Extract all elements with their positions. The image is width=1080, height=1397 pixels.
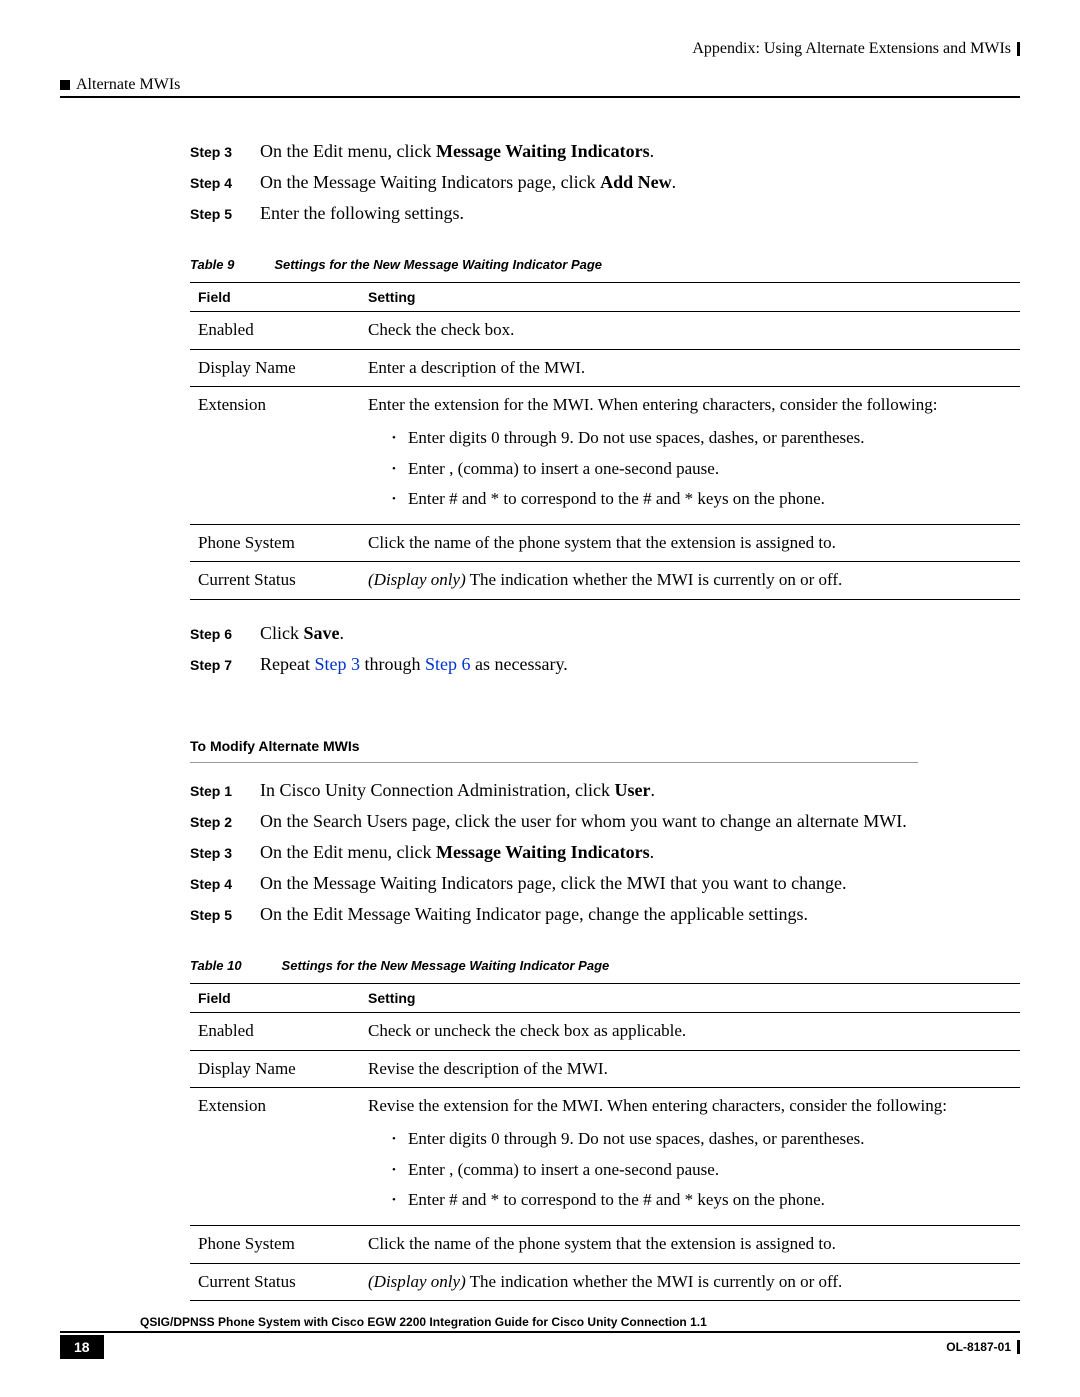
footer-title: QSIG/DPNSS Phone System with Cisco EGW 2… bbox=[60, 1315, 1020, 1333]
table-row: Enabled Check the check box. bbox=[190, 312, 1020, 350]
step-text: On the Message Waiting Indicators page, … bbox=[260, 870, 847, 897]
step-text: On the Search Users page, click the user… bbox=[260, 808, 907, 835]
table-row: Enabled Check or uncheck the check box a… bbox=[190, 1013, 1020, 1051]
step-text: On the Edit menu, click Message Waiting … bbox=[260, 138, 654, 165]
doc-id: OL-8187-01 bbox=[946, 1340, 1020, 1354]
step-row: Step 3On the Edit menu, click Message Wa… bbox=[190, 839, 1020, 866]
step-6: Step 6 Click Save. bbox=[190, 620, 1020, 647]
th-setting: Setting bbox=[360, 984, 1020, 1013]
step-label: Step 3 bbox=[190, 845, 260, 861]
table9-caption: Table 9Settings for the New Message Wait… bbox=[190, 257, 1020, 272]
step-text: Enter the following settings. bbox=[260, 200, 464, 227]
link-step3[interactable]: Step 3 bbox=[314, 654, 360, 674]
divider-bar-icon bbox=[1017, 1340, 1020, 1354]
step-row: Step 2On the Search Users page, click th… bbox=[190, 808, 1020, 835]
section-title: Alternate MWIs bbox=[76, 76, 180, 94]
page-number: 18 bbox=[60, 1335, 104, 1359]
divider-bar-icon bbox=[1017, 42, 1020, 56]
step-text: On the Edit menu, click Message Waiting … bbox=[260, 839, 654, 866]
th-field: Field bbox=[190, 283, 360, 312]
table-row: Display Name Enter a description of the … bbox=[190, 349, 1020, 387]
table-row: Extension Revise the extension for the M… bbox=[190, 1088, 1020, 1226]
step-label: Step 1 bbox=[190, 783, 260, 799]
table-row: Phone System Click the name of the phone… bbox=[190, 524, 1020, 562]
table9: Field Setting Enabled Check the check bo… bbox=[190, 282, 1020, 600]
th-setting: Setting bbox=[360, 283, 1020, 312]
th-field: Field bbox=[190, 984, 360, 1013]
step-text: In Cisco Unity Connection Administration… bbox=[260, 777, 655, 804]
step-row: Step 1In Cisco Unity Connection Administ… bbox=[190, 777, 1020, 804]
table10-caption: Table 10Settings for the New Message Wai… bbox=[190, 958, 1020, 973]
step-row: Step 5On the Edit Message Waiting Indica… bbox=[190, 901, 1020, 928]
appendix-title: Appendix: Using Alternate Extensions and… bbox=[692, 40, 1011, 58]
step-row: Step 5Enter the following settings. bbox=[190, 200, 1020, 227]
link-step6[interactable]: Step 6 bbox=[425, 654, 471, 674]
table-row: Current Status (Display only) The indica… bbox=[190, 562, 1020, 600]
table-row: Display Name Revise the description of t… bbox=[190, 1050, 1020, 1088]
table10: Field Setting Enabled Check or uncheck t… bbox=[190, 983, 1020, 1301]
section-heading: To Modify Alternate MWIs bbox=[190, 738, 1020, 754]
step-label: Step 5 bbox=[190, 907, 260, 923]
step-label: Step 3 bbox=[190, 144, 260, 160]
section-rule bbox=[190, 762, 918, 763]
step-row: Step 3On the Edit menu, click Message Wa… bbox=[190, 138, 1020, 165]
step-row: Step 4On the Message Waiting Indicators … bbox=[190, 169, 1020, 196]
footer: QSIG/DPNSS Phone System with Cisco EGW 2… bbox=[60, 1315, 1020, 1359]
header-rule bbox=[60, 96, 1020, 98]
step-7: Step 7 Repeat Step 3 through Step 6 as n… bbox=[190, 651, 1020, 678]
step-label: Step 4 bbox=[190, 175, 260, 191]
step-row: Step 4On the Message Waiting Indicators … bbox=[190, 870, 1020, 897]
table-row: Phone System Click the name of the phone… bbox=[190, 1225, 1020, 1263]
table-row: Extension Enter the extension for the MW… bbox=[190, 387, 1020, 525]
step-label: Step 2 bbox=[190, 814, 260, 830]
step-label: Step 5 bbox=[190, 206, 260, 222]
square-icon bbox=[60, 80, 70, 90]
table-row: Current Status (Display only) The indica… bbox=[190, 1263, 1020, 1301]
step-label: Step 4 bbox=[190, 876, 260, 892]
step-text: On the Message Waiting Indicators page, … bbox=[260, 169, 676, 196]
step-text: On the Edit Message Waiting Indicator pa… bbox=[260, 901, 808, 928]
